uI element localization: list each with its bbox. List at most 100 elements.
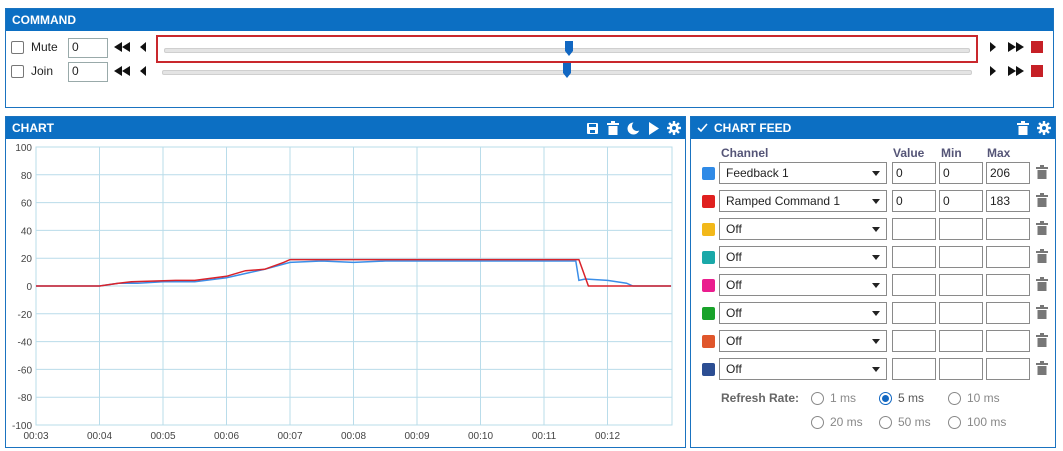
trash-icon[interactable] xyxy=(1036,361,1048,375)
value-field[interactable] xyxy=(892,302,936,324)
join-value-input[interactable]: 0 xyxy=(68,62,108,82)
channel-select[interactable]: Off xyxy=(719,358,887,380)
max-field[interactable] xyxy=(986,274,1030,296)
min-field[interactable] xyxy=(939,330,983,352)
join-checkbox[interactable] xyxy=(11,65,24,78)
radio-button[interactable] xyxy=(879,391,892,405)
join-slider[interactable] xyxy=(156,59,978,87)
refresh-option-label: 1 ms xyxy=(830,391,857,405)
slider-thumb[interactable] xyxy=(563,63,571,78)
fast-forward-icon[interactable] xyxy=(1007,41,1025,53)
value-field[interactable] xyxy=(892,274,936,296)
gear-icon[interactable] xyxy=(1037,121,1051,135)
chevron-down-icon xyxy=(872,255,880,260)
min-field[interactable] xyxy=(939,302,983,324)
feed-row: Off xyxy=(691,329,1055,353)
radio-button[interactable] xyxy=(948,391,961,405)
trash-icon[interactable] xyxy=(1036,249,1048,263)
radio-button[interactable] xyxy=(811,391,824,405)
header-max: Max xyxy=(987,146,1011,160)
radio-button[interactable] xyxy=(879,415,892,429)
refresh-option[interactable]: 10 ms xyxy=(948,391,1000,405)
trash-icon[interactable] xyxy=(1036,221,1048,235)
min-field[interactable] xyxy=(939,274,983,296)
trash-icon[interactable] xyxy=(1036,193,1048,207)
max-field[interactable]: 206 xyxy=(986,162,1030,184)
moon-icon[interactable] xyxy=(627,121,640,135)
refresh-option[interactable]: 1 ms xyxy=(811,391,856,405)
radio-button[interactable] xyxy=(811,415,824,429)
header-value: Value xyxy=(893,146,925,160)
fast-rewind-icon[interactable] xyxy=(113,41,131,53)
min-field[interactable] xyxy=(939,358,983,380)
value-field[interactable] xyxy=(892,330,936,352)
channel-color-swatch[interactable] xyxy=(702,251,715,264)
chart-title: CHART xyxy=(12,121,54,135)
value-field[interactable] xyxy=(892,246,936,268)
y-tick-label: -60 xyxy=(18,365,33,376)
refresh-option[interactable]: 5 ms xyxy=(879,391,924,405)
channel-color-swatch[interactable] xyxy=(702,363,715,376)
max-field[interactable] xyxy=(986,246,1030,268)
channel-select-value: Ramped Command 1 xyxy=(726,194,841,208)
chevron-down-icon xyxy=(872,283,880,288)
channel-color-swatch[interactable] xyxy=(702,307,715,320)
trash-icon[interactable] xyxy=(1036,277,1048,291)
max-field[interactable] xyxy=(986,218,1030,240)
value-field[interactable]: 0 xyxy=(892,190,936,212)
mute-value-input[interactable]: 0 xyxy=(68,38,108,58)
step-back-icon[interactable] xyxy=(139,41,147,53)
max-field[interactable] xyxy=(986,302,1030,324)
trash-icon[interactable] xyxy=(1017,121,1029,135)
max-field[interactable] xyxy=(986,330,1030,352)
play-icon[interactable] xyxy=(648,121,659,135)
value-field[interactable] xyxy=(892,218,936,240)
channel-color-swatch[interactable] xyxy=(702,223,715,236)
max-field[interactable]: 183 xyxy=(986,190,1030,212)
slider-thumb[interactable] xyxy=(565,41,573,56)
mute-checkbox[interactable] xyxy=(11,41,24,54)
channel-select[interactable]: Off xyxy=(719,218,887,240)
trash-icon[interactable] xyxy=(607,121,619,135)
trash-icon[interactable] xyxy=(1036,165,1048,179)
min-field[interactable] xyxy=(939,218,983,240)
stop-icon[interactable] xyxy=(1030,40,1044,54)
radio-button[interactable] xyxy=(948,415,961,429)
refresh-option[interactable]: 50 ms xyxy=(879,415,931,429)
chart-toolbar xyxy=(586,117,681,139)
chart-plot[interactable]: 100806040200-20-40-60-80-10000:03 00:04 00… xyxy=(6,139,685,447)
min-field[interactable]: 0 xyxy=(939,162,983,184)
step-back-icon[interactable] xyxy=(139,65,147,77)
channel-color-swatch[interactable] xyxy=(702,279,715,292)
fast-forward-icon[interactable] xyxy=(1007,65,1025,77)
channel-select[interactable]: Off xyxy=(719,302,887,324)
channel-select[interactable]: Off xyxy=(719,246,887,268)
refresh-option[interactable]: 20 ms xyxy=(811,415,863,429)
save-icon[interactable] xyxy=(586,122,599,135)
min-field[interactable]: 0 xyxy=(939,190,983,212)
channel-select-value: Feedback 1 xyxy=(726,166,789,180)
max-field[interactable] xyxy=(986,358,1030,380)
min-field[interactable] xyxy=(939,246,983,268)
gear-icon[interactable] xyxy=(667,121,681,135)
step-forward-icon[interactable] xyxy=(989,41,997,53)
trash-icon[interactable] xyxy=(1036,305,1048,319)
channel-select[interactable]: Off xyxy=(719,274,887,296)
channel-select[interactable]: Ramped Command 1 xyxy=(719,190,887,212)
command-header: COMMAND xyxy=(6,9,1053,31)
refresh-option[interactable]: 100 ms xyxy=(948,415,1006,429)
trash-icon[interactable] xyxy=(1036,333,1048,347)
value-field[interactable]: 0 xyxy=(892,162,936,184)
channel-color-swatch[interactable] xyxy=(702,195,715,208)
channel-select[interactable]: Off xyxy=(719,330,887,352)
fast-rewind-icon[interactable] xyxy=(113,65,131,77)
chevron-down-icon xyxy=(872,367,880,372)
value-field[interactable] xyxy=(892,358,936,380)
channel-select[interactable]: Feedback 1 xyxy=(719,162,887,184)
stop-icon[interactable] xyxy=(1030,64,1044,78)
channel-color-swatch[interactable] xyxy=(702,167,715,180)
step-forward-icon[interactable] xyxy=(989,65,997,77)
channel-color-swatch[interactable] xyxy=(702,335,715,348)
chart-feed-panel: CHART FEED Channel Value Min Max Feedbac xyxy=(690,116,1056,448)
x-tick-label: 00:08 xyxy=(341,431,366,442)
